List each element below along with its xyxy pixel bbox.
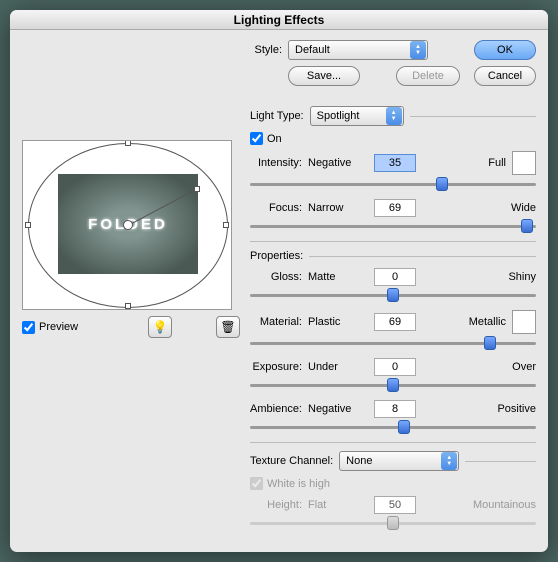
material-label: Material: (250, 316, 308, 328)
focus-low: Narrow (308, 202, 366, 214)
material-input[interactable] (374, 313, 416, 331)
on-checkbox[interactable] (250, 132, 263, 145)
focus-input[interactable] (374, 199, 416, 217)
intensity-high: Full (448, 157, 506, 169)
material-slider[interactable] (250, 336, 536, 350)
style-value: Default (295, 44, 330, 56)
gloss-high: Shiny (478, 271, 536, 283)
height-input (374, 496, 416, 514)
intensity-label: Intensity: (250, 157, 308, 169)
exposure-high: Over (478, 361, 536, 373)
handle-direction[interactable] (194, 186, 200, 192)
on-label: On (267, 133, 282, 145)
style-select[interactable]: Default ▲▼ (288, 40, 428, 60)
texture-value: None (346, 455, 372, 467)
light-color-swatch[interactable] (512, 151, 536, 175)
properties-label: Properties: (250, 250, 303, 262)
light-center[interactable] (123, 220, 133, 230)
focus-slider[interactable] (250, 219, 536, 233)
exposure-input[interactable] (374, 358, 416, 376)
handle-bottom[interactable] (125, 303, 131, 309)
save-button[interactable]: Save... (288, 66, 360, 86)
trash-icon[interactable]: 🗑 (216, 316, 240, 338)
material-high: Metallic (448, 316, 506, 328)
ambient-color-swatch[interactable] (512, 310, 536, 334)
exposure-label: Exposure: (250, 361, 308, 373)
ambience-low: Negative (308, 403, 366, 415)
white-high-label: White is high (267, 478, 330, 490)
lighting-effects-dialog: Lighting Effects FOLDED Preview 💡 (10, 10, 548, 552)
gloss-low: Matte (308, 271, 366, 283)
dialog-title: Lighting Effects (10, 10, 548, 30)
white-high-checkbox (250, 477, 263, 490)
handle-right[interactable] (223, 222, 229, 228)
focus-high: Wide (478, 202, 536, 214)
ambience-high: Positive (478, 403, 536, 415)
intensity-low: Negative (308, 157, 366, 169)
lighttype-label: Light Type: (250, 110, 304, 122)
height-slider (250, 516, 536, 530)
ok-button[interactable]: OK (474, 40, 536, 60)
texture-label: Texture Channel: (250, 455, 333, 467)
delete-button: Delete (396, 66, 460, 86)
material-low: Plastic (308, 316, 366, 328)
chevron-updown-icon: ▲▼ (441, 452, 457, 470)
ambience-label: Ambience: (250, 403, 308, 415)
handle-left[interactable] (25, 222, 31, 228)
handle-top[interactable] (125, 140, 131, 146)
height-high: Mountainous (456, 499, 536, 511)
focus-label: Focus: (250, 202, 308, 214)
gloss-input[interactable] (374, 268, 416, 286)
ambience-input[interactable] (374, 400, 416, 418)
lighttype-value: Spotlight (317, 110, 360, 122)
ambience-slider[interactable] (250, 420, 536, 434)
style-label: Style: (250, 44, 288, 56)
chevron-updown-icon: ▲▼ (410, 41, 426, 59)
exposure-slider[interactable] (250, 378, 536, 392)
gloss-slider[interactable] (250, 288, 536, 302)
preview-checkbox[interactable] (22, 321, 35, 334)
preview-area[interactable]: FOLDED (22, 140, 232, 310)
intensity-input[interactable] (374, 154, 416, 172)
exposure-low: Under (308, 361, 366, 373)
lightbulb-icon[interactable]: 💡 (148, 316, 172, 338)
preview-label: Preview (39, 321, 78, 333)
chevron-updown-icon: ▲▼ (386, 107, 402, 125)
intensity-slider[interactable] (250, 177, 536, 191)
height-label: Height: (250, 499, 308, 511)
height-low: Flat (308, 499, 366, 511)
texture-select[interactable]: None ▲▼ (339, 451, 459, 471)
gloss-label: Gloss: (250, 271, 308, 283)
cancel-button[interactable]: Cancel (474, 66, 536, 86)
lighttype-select[interactable]: Spotlight ▲▼ (310, 106, 404, 126)
